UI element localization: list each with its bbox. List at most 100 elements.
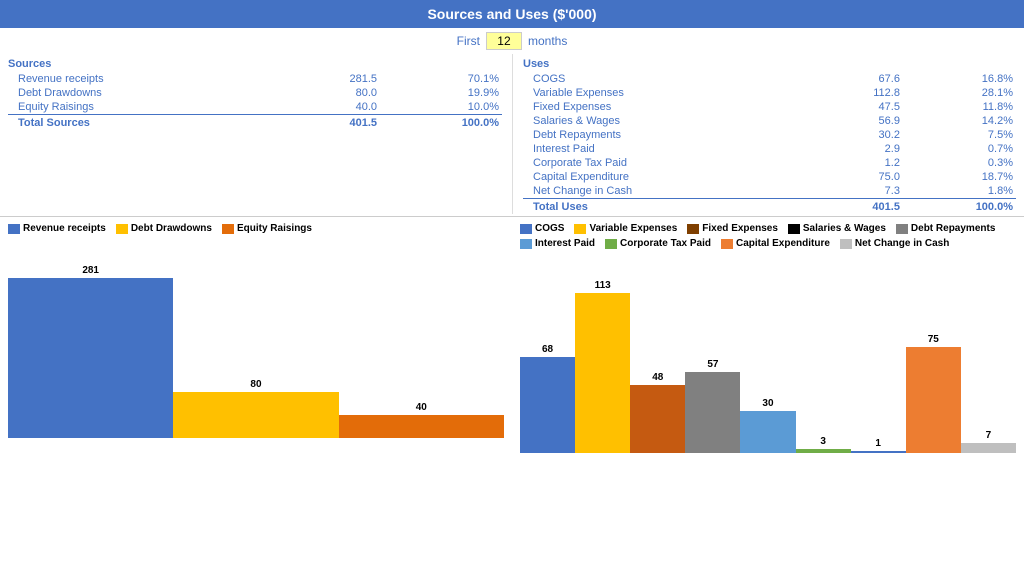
legend-color-swatch — [116, 224, 128, 234]
uses-total-label: Total Uses — [523, 199, 815, 215]
bar-group: 1 — [851, 438, 906, 453]
bar-label: 75 — [928, 334, 939, 345]
use-item-value: 56.9 — [815, 114, 903, 128]
bar — [961, 443, 1016, 453]
sources-table: Revenue receipts 281.5 70.1% Debt Drawdo… — [8, 72, 502, 130]
use-item-pct: 14.2% — [903, 114, 1016, 128]
right-bar-chart: 68 113 48 57 30 3 1 75 7 — [520, 253, 1016, 453]
legend-label: Variable Expenses — [589, 223, 677, 234]
sources-total-row: Total Sources 401.5 100.0% — [8, 115, 502, 131]
legend-color-swatch — [721, 239, 733, 249]
use-item-label: Variable Expenses — [523, 86, 815, 100]
bar-label: 113 — [595, 280, 611, 291]
months-input[interactable] — [486, 32, 522, 50]
table-row: Variable Expenses 112.8 28.1% — [523, 86, 1016, 100]
use-item-value: 2.9 — [815, 142, 903, 156]
bar — [906, 347, 961, 453]
bar-group: 57 — [685, 359, 740, 453]
use-item-value: 1.2 — [815, 156, 903, 170]
use-item-pct: 0.3% — [903, 156, 1016, 170]
bar-label: 40 — [416, 402, 427, 413]
table-row: COGS 67.6 16.8% — [523, 72, 1016, 86]
legend-label: Debt Drawdowns — [131, 223, 212, 234]
legend-color-swatch — [8, 224, 20, 234]
bar-group: 30 — [740, 398, 795, 453]
legend-color-swatch — [605, 239, 617, 249]
uses-total-value: 401.5 — [815, 199, 903, 215]
bar-group: 80 — [173, 379, 338, 438]
bar-label: 48 — [652, 372, 663, 383]
use-item-label: Interest Paid — [523, 142, 815, 156]
bar-group: 7 — [961, 430, 1016, 453]
legend-item: Corporate Tax Paid — [605, 238, 711, 249]
bar — [8, 278, 173, 438]
source-item-pct: 19.9% — [380, 86, 502, 100]
bar-group: 68 — [520, 344, 575, 453]
legend-item: Variable Expenses — [574, 223, 677, 234]
bar — [796, 449, 851, 453]
use-item-pct: 0.7% — [903, 142, 1016, 156]
table-row: Equity Raisings 40.0 10.0% — [8, 100, 502, 115]
legend-label: COGS — [535, 223, 564, 234]
table-row: Revenue receipts 281.5 70.1% — [8, 72, 502, 86]
bar-label: 281 — [82, 265, 99, 276]
source-item-pct: 10.0% — [380, 100, 502, 115]
legend-item: Interest Paid — [520, 238, 595, 249]
use-item-value: 7.3 — [815, 184, 903, 199]
bar — [630, 385, 685, 453]
use-item-value: 67.6 — [815, 72, 903, 86]
use-item-pct: 1.8% — [903, 184, 1016, 199]
legend-label: Fixed Expenses — [702, 223, 778, 234]
uses-total-row: Total Uses 401.5 100.0% — [523, 199, 1016, 215]
table-row: Fixed Expenses 47.5 11.8% — [523, 100, 1016, 114]
legend-item: Capital Expenditure — [721, 238, 830, 249]
legend-item: Revenue receipts — [8, 223, 106, 234]
use-item-value: 30.2 — [815, 128, 903, 142]
use-item-pct: 16.8% — [903, 72, 1016, 86]
use-item-pct: 7.5% — [903, 128, 1016, 142]
legend-label: Equity Raisings — [237, 223, 312, 234]
bar-label: 57 — [707, 359, 718, 370]
source-item-value: 40.0 — [286, 100, 380, 115]
legend-item: Salaries & Wages — [788, 223, 886, 234]
source-item-value: 281.5 — [286, 72, 380, 86]
legend-color-swatch — [520, 224, 532, 234]
legend-color-swatch — [687, 224, 699, 234]
use-item-label: Net Change in Cash — [523, 184, 815, 199]
use-item-pct: 11.8% — [903, 100, 1016, 114]
bar — [173, 392, 338, 438]
use-item-label: Fixed Expenses — [523, 100, 815, 114]
bar-group: 75 — [906, 334, 961, 453]
bar-group: 40 — [339, 402, 504, 438]
sources-title: Sources — [8, 58, 502, 70]
table-row: Salaries & Wages 56.9 14.2% — [523, 114, 1016, 128]
source-item-label: Revenue receipts — [8, 72, 286, 86]
use-item-label: Corporate Tax Paid — [523, 156, 815, 170]
months-before-label: First — [457, 34, 480, 48]
use-item-value: 47.5 — [815, 100, 903, 114]
table-row: Debt Drawdowns 80.0 19.9% — [8, 86, 502, 100]
legend-item: Equity Raisings — [222, 223, 312, 234]
sources-total-value: 401.5 — [286, 115, 380, 131]
use-item-value: 112.8 — [815, 86, 903, 100]
uses-table: COGS 67.6 16.8% Variable Expenses 112.8 … — [523, 72, 1016, 214]
legend-color-swatch — [788, 224, 800, 234]
bar-label: 1 — [875, 438, 881, 449]
table-row: Capital Expenditure 75.0 18.7% — [523, 170, 1016, 184]
bar — [575, 293, 630, 453]
uses-title: Uses — [523, 58, 1016, 70]
source-item-label: Debt Drawdowns — [8, 86, 286, 100]
use-item-pct: 28.1% — [903, 86, 1016, 100]
sources-total-label: Total Sources — [8, 115, 286, 131]
use-item-pct: 18.7% — [903, 170, 1016, 184]
left-legend: Revenue receipts Debt Drawdowns Equity Rai… — [8, 223, 504, 234]
legend-label: Interest Paid — [535, 238, 595, 249]
bar-label: 80 — [250, 379, 261, 390]
sources-total-pct: 100.0% — [380, 115, 502, 131]
bar — [851, 451, 906, 453]
legend-color-swatch — [896, 224, 908, 234]
bar-label: 30 — [762, 398, 773, 409]
use-item-label: Capital Expenditure — [523, 170, 815, 184]
months-after-label: months — [528, 34, 567, 48]
bar-group: 3 — [796, 436, 851, 453]
